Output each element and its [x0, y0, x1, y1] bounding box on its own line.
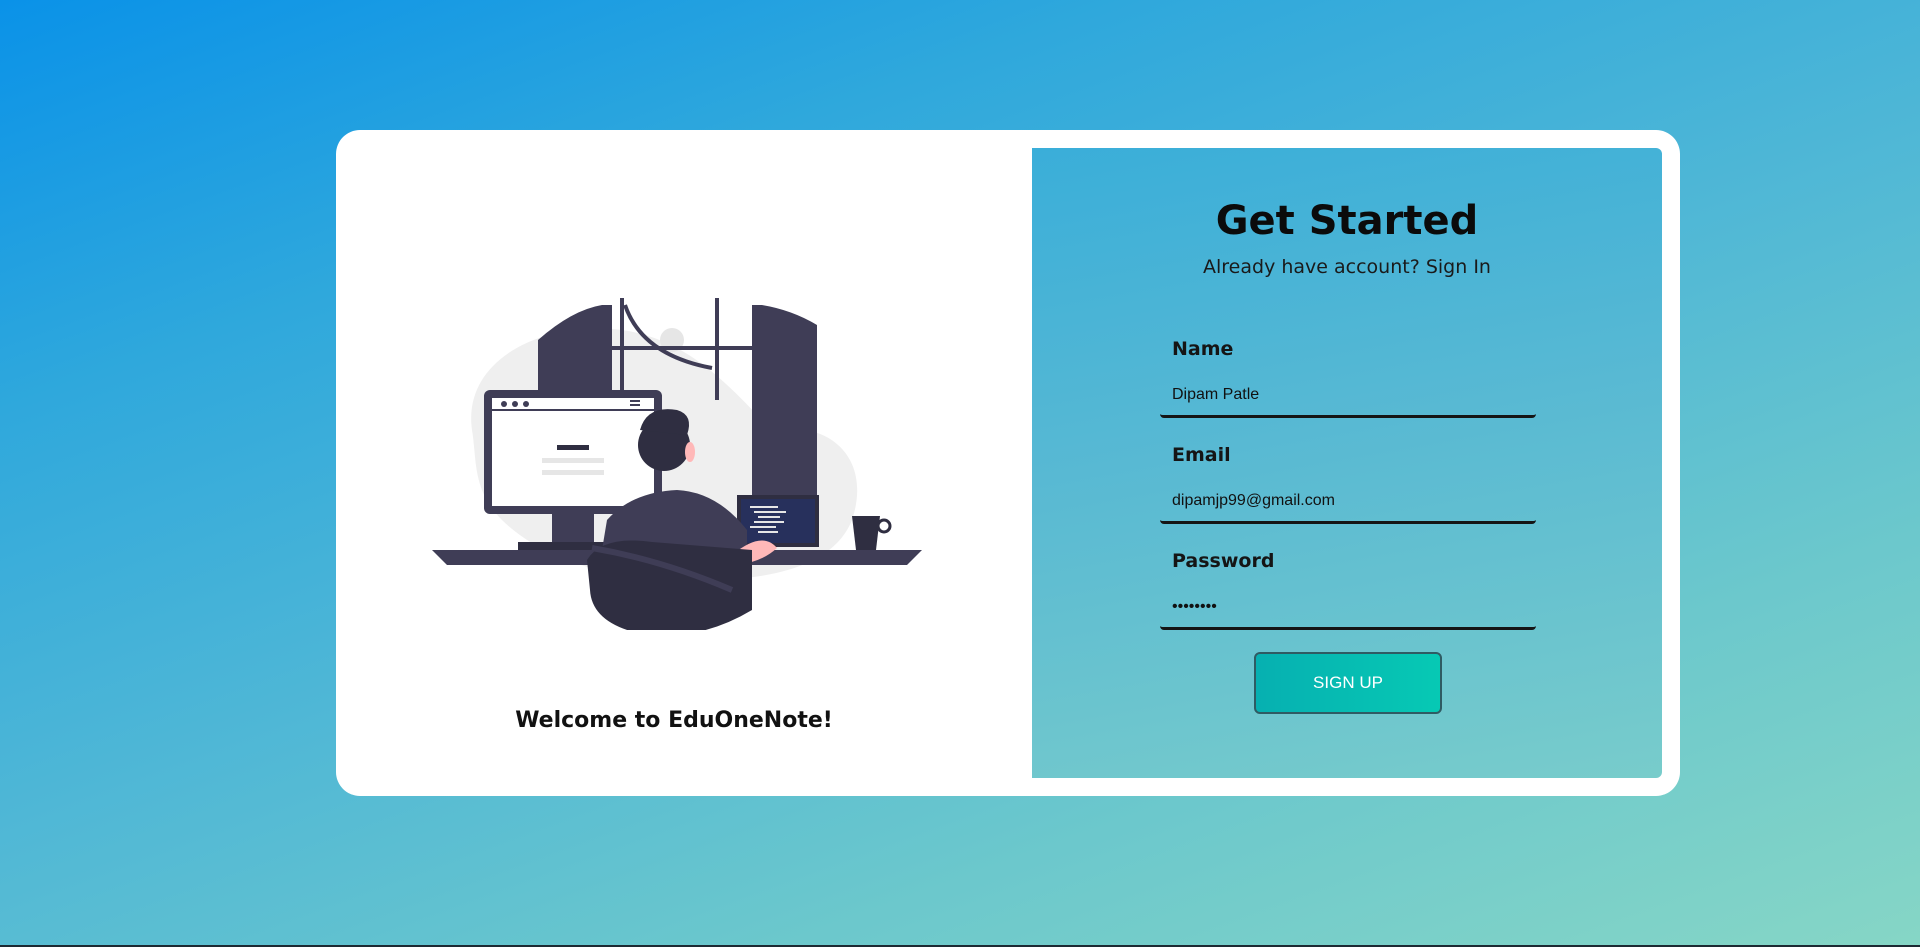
signup-card: Welcome to EduOneNote! Get Started Alrea… [336, 130, 1680, 796]
person-at-desk-illustration [432, 298, 922, 630]
signin-link[interactable]: Sign In [1426, 256, 1491, 278]
signup-button[interactable]: SIGN UP [1254, 652, 1442, 714]
signin-prompt-text: Already have account? [1203, 256, 1420, 278]
welcome-panel: Welcome to EduOneNote! [336, 130, 1032, 796]
page-title: Get Started [1215, 198, 1479, 244]
email-field[interactable] [1160, 480, 1536, 524]
password-field[interactable] [1160, 586, 1536, 630]
email-label: Email [1172, 444, 1231, 466]
name-field[interactable] [1160, 374, 1536, 418]
password-label: Password [1172, 550, 1275, 572]
signup-form-panel: Get Started Already have account? Sign I… [1032, 148, 1662, 778]
signin-prompt-line: Already have account? Sign In [1032, 256, 1662, 278]
name-label: Name [1172, 338, 1234, 360]
welcome-text: Welcome to EduOneNote! [515, 708, 833, 733]
